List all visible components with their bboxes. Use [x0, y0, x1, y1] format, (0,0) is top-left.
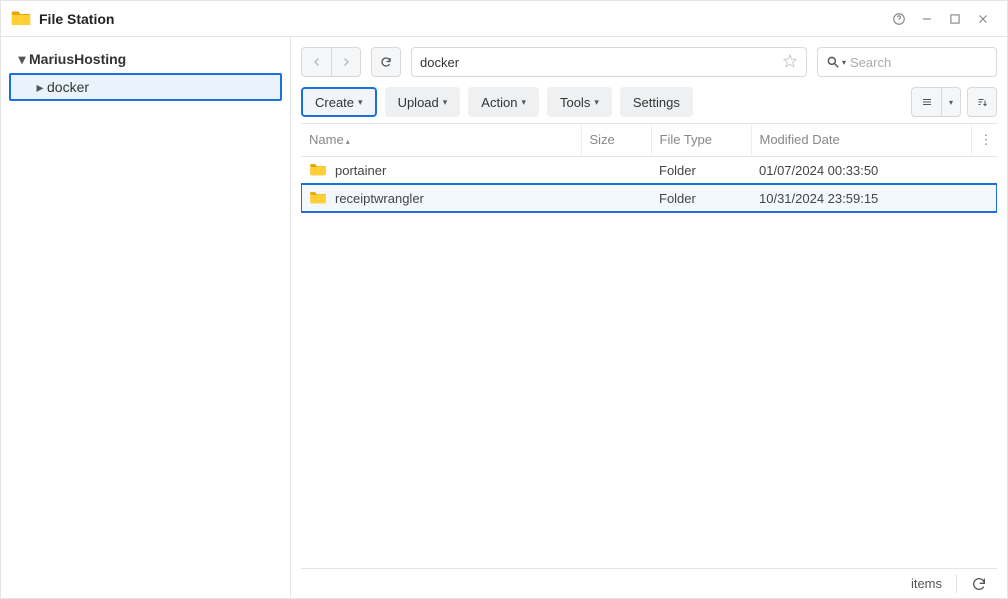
sidebar-tree: ▾ MariusHosting ▸ docker [1, 37, 291, 598]
tree-item-docker[interactable]: ▸ docker [9, 73, 282, 101]
nav-forward-button[interactable] [331, 47, 361, 77]
content-panel: ▾ Create ▾ Upload ▾ Action ▾ Tools ▾ [291, 37, 1007, 598]
app-icon [11, 9, 31, 29]
minimize-button[interactable] [913, 5, 941, 33]
view-mode-dropdown[interactable]: ▾ [941, 87, 961, 117]
path-box[interactable] [411, 47, 807, 77]
settings-button[interactable]: Settings [620, 87, 693, 117]
settings-label: Settings [633, 95, 680, 110]
action-button[interactable]: Action ▾ [468, 87, 539, 117]
caret-right-icon: ▸ [33, 79, 47, 96]
col-size[interactable]: Size [581, 124, 651, 156]
file-type: Folder [651, 156, 751, 184]
file-table: Name▴ Size File Type Modified Date ⋮ por… [301, 123, 997, 568]
tree-item-label: docker [47, 79, 89, 95]
file-type: Folder [651, 184, 751, 212]
status-refresh-button[interactable] [971, 576, 987, 592]
create-label: Create [315, 95, 354, 110]
file-size [581, 184, 651, 212]
caret-down-icon: ▾ [358, 97, 363, 108]
close-button[interactable] [969, 5, 997, 33]
sort-button[interactable] [967, 87, 997, 117]
favorite-star-icon[interactable] [782, 53, 798, 72]
search-input[interactable] [850, 55, 1008, 70]
status-bar: items [301, 568, 997, 598]
help-button[interactable] [885, 5, 913, 33]
caret-down-icon: ▾ [15, 51, 29, 68]
file-modified: 10/31/2024 23:59:15 [751, 184, 971, 212]
items-label: items [911, 576, 942, 591]
col-type[interactable]: File Type [651, 124, 751, 156]
search-icon[interactable]: ▾ [826, 55, 846, 69]
tree-root[interactable]: ▾ MariusHosting [9, 45, 282, 73]
maximize-button[interactable] [941, 5, 969, 33]
search-box[interactable]: ▾ [817, 47, 997, 77]
action-label: Action [481, 95, 517, 110]
table-row[interactable]: portainer Folder01/07/2024 00:33:50 [301, 156, 997, 184]
col-modified[interactable]: Modified Date [751, 124, 971, 156]
path-input[interactable] [420, 55, 782, 70]
refresh-button[interactable] [371, 47, 401, 77]
folder-icon [309, 162, 327, 179]
file-name: portainer [335, 163, 386, 178]
view-list-button[interactable] [911, 87, 941, 117]
window-title: File Station [39, 11, 114, 27]
folder-icon [309, 190, 327, 207]
caret-down-icon: ▾ [443, 97, 448, 108]
caret-down-icon: ▾ [842, 58, 846, 67]
upload-label: Upload [398, 95, 439, 110]
tools-button[interactable]: Tools ▾ [547, 87, 612, 117]
main-area: ▾ MariusHosting ▸ docker [1, 37, 1007, 598]
file-modified: 01/07/2024 00:33:50 [751, 156, 971, 184]
table-row[interactable]: receiptwrangler Folder10/31/2024 23:59:15 [301, 184, 997, 212]
toolbar: Create ▾ Upload ▾ Action ▾ Tools ▾ Setti… [301, 87, 997, 117]
upload-button[interactable]: Upload ▾ [385, 87, 461, 117]
nav-row: ▾ [301, 47, 997, 77]
divider [956, 575, 957, 593]
nav-back-button[interactable] [301, 47, 331, 77]
tools-label: Tools [560, 95, 590, 110]
caret-down-icon: ▾ [594, 97, 599, 108]
file-name: receiptwrangler [335, 191, 424, 206]
view-group: ▾ [911, 87, 997, 117]
file-size [581, 156, 651, 184]
col-name[interactable]: Name▴ [301, 124, 581, 156]
sort-asc-icon: ▴ [346, 137, 350, 146]
create-button[interactable]: Create ▾ [301, 87, 377, 117]
tree-root-label: MariusHosting [29, 51, 126, 67]
col-menu[interactable]: ⋮ [971, 124, 997, 156]
titlebar: File Station [1, 1, 1007, 37]
caret-down-icon: ▾ [521, 97, 526, 108]
history-nav [301, 47, 361, 77]
table-header-row: Name▴ Size File Type Modified Date ⋮ [301, 124, 997, 156]
